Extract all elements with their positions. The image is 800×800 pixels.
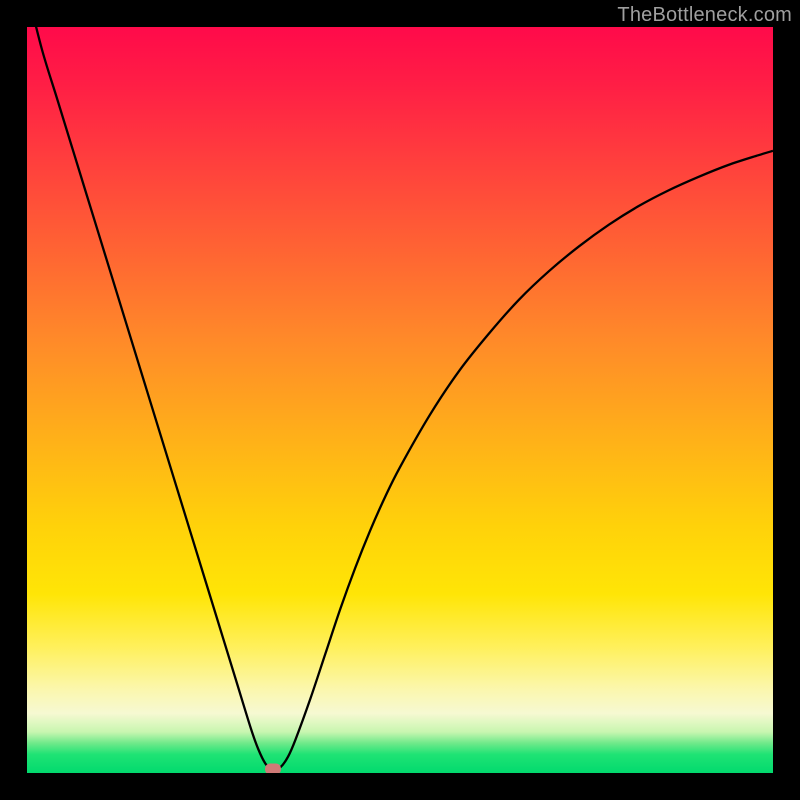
chart-frame: TheBottleneck.com: [0, 0, 800, 800]
optimal-marker: [265, 764, 281, 773]
watermark-text: TheBottleneck.com: [617, 4, 792, 27]
bottleneck-curve: [27, 27, 773, 770]
curve-svg: [27, 27, 773, 773]
plot-area: [27, 27, 773, 773]
